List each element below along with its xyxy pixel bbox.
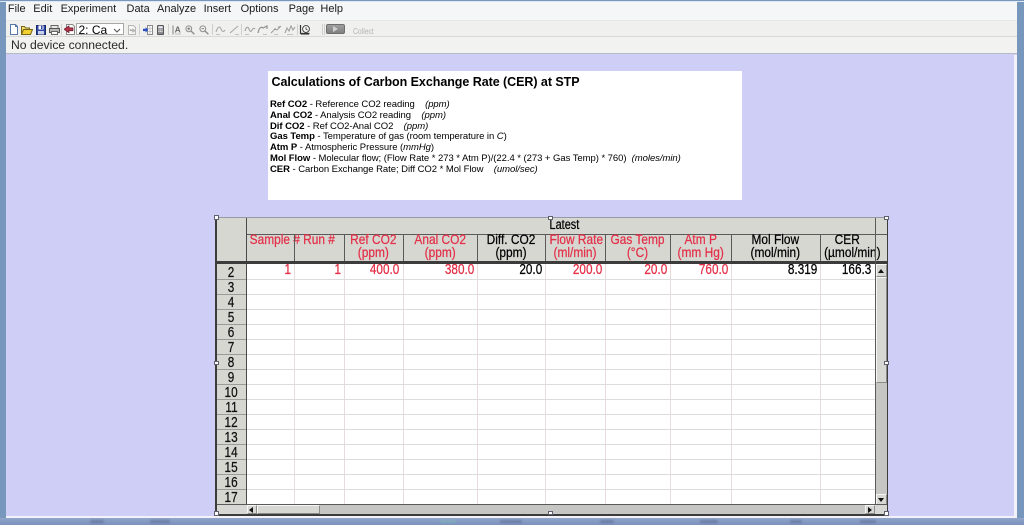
svg-text:A: A: [174, 25, 180, 35]
